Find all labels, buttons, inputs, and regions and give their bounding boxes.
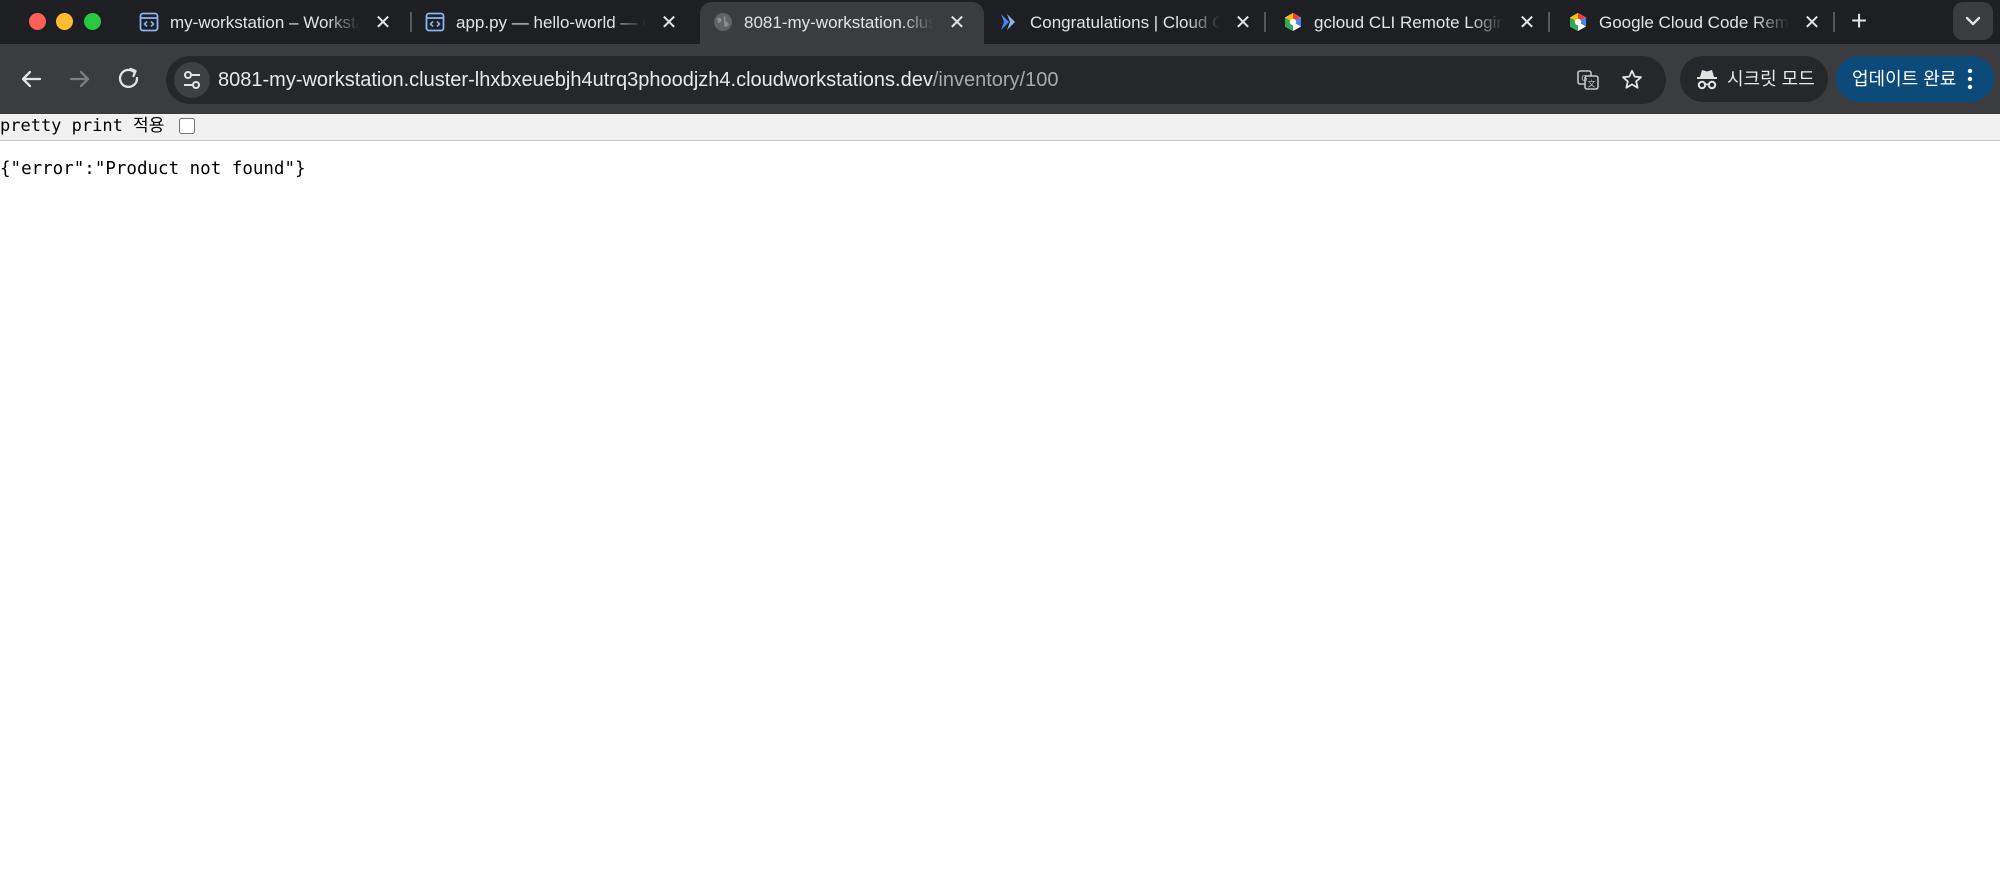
tab-title: app.py — hello-world — Code OSS	[456, 13, 646, 32]
site-info-button[interactable]	[174, 62, 210, 98]
address-bar[interactable]: 8081-my-workstation.cluster-lhxbxeuebjh4…	[166, 56, 1666, 104]
tab-search-button[interactable]	[1953, 2, 1993, 40]
google-cloud-icon	[1570, 13, 1586, 31]
svg-text:文: 文	[1588, 79, 1596, 89]
chevron-down-icon	[1965, 16, 1981, 26]
tab-title: gcloud CLI Remote Login	[1314, 13, 1504, 32]
new-tab-button[interactable]: +	[1844, 6, 1874, 36]
tune-icon	[184, 71, 200, 89]
close-tab-icon[interactable]: ✕	[1232, 12, 1254, 34]
pretty-print-checkbox[interactable]	[179, 118, 195, 134]
tab-title: my-workstation – Workstations	[170, 13, 360, 32]
tab-gcloud-cli-remote-login[interactable]: gcloud CLI Remote Login ✕	[1270, 2, 1554, 44]
close-window-button[interactable]	[29, 13, 46, 30]
close-tab-icon[interactable]: ✕	[1516, 12, 1538, 34]
close-tab-icon[interactable]: ✕	[658, 12, 680, 34]
browser-toolbar: 8081-my-workstation.cluster-lhxbxeuebjh4…	[0, 44, 2000, 114]
tab-title: Google Cloud Code Remote	[1599, 13, 1789, 32]
tab-title: Congratulations | Cloud Code	[1030, 13, 1220, 32]
url-path: /inventory/100	[932, 69, 1059, 91]
tab-divider	[1548, 12, 1550, 32]
google-cloud-icon	[1285, 13, 1301, 31]
zoom-window-button[interactable]	[84, 13, 101, 30]
incognito-indicator[interactable]: 시크릿 모드	[1680, 56, 1828, 102]
workstation-icon	[139, 12, 159, 32]
incognito-icon	[1697, 70, 1717, 90]
update-label: 업데이트 완료	[1852, 69, 1957, 89]
forward-arrow-icon[interactable]	[65, 64, 95, 94]
back-arrow-icon[interactable]	[16, 64, 46, 94]
tab-strip: my-workstation – Workstations ✕ app.py —…	[0, 0, 2000, 44]
close-tab-icon[interactable]: ✕	[946, 12, 968, 34]
globe-icon	[714, 13, 732, 31]
reload-icon[interactable]	[114, 64, 144, 94]
tab-title: 8081-my-workstation.cluster	[744, 13, 934, 32]
url-host: 8081-my-workstation.cluster-lhxbxeuebjh4…	[218, 69, 933, 91]
tab-8081-my-workstation[interactable]: 8081-my-workstation.cluster ✕	[700, 2, 984, 44]
pretty-print-bar: pretty print 적용	[0, 114, 2000, 141]
tab-google-cloud-code-remote[interactable]: Google Cloud Code Remote ✕	[1555, 2, 1839, 44]
minimize-window-button[interactable]	[56, 13, 73, 30]
workstation-icon	[425, 12, 445, 32]
tab-divider	[1264, 12, 1266, 32]
bookmark-star-icon[interactable]	[1620, 68, 1644, 92]
tab-congratulations-cloud[interactable]: Congratulations | Cloud Code ✕	[986, 2, 1270, 44]
update-complete-button[interactable]: 업데이트 완료	[1836, 56, 1994, 102]
tab-divider	[1833, 12, 1835, 32]
translate-icon[interactable]: G 文	[1576, 68, 1600, 92]
close-tab-icon[interactable]: ✕	[372, 12, 394, 34]
pretty-print-label[interactable]: pretty print 적용	[0, 115, 164, 137]
cloud-code-icon	[1001, 14, 1015, 30]
more-vert-icon[interactable]	[1966, 67, 1974, 91]
url-text: 8081-my-workstation.cluster-lhxbxeuebjh4…	[218, 68, 1058, 92]
tab-my-workstation[interactable]: my-workstation – Workstations ✕	[126, 2, 410, 44]
incognito-label: 시크릿 모드	[1727, 69, 1815, 89]
close-tab-icon[interactable]: ✕	[1801, 12, 1823, 34]
json-response: {"error":"Product not found"}	[0, 159, 306, 179]
tab-app-py[interactable]: app.py — hello-world — Code OSS ✕	[412, 2, 696, 44]
